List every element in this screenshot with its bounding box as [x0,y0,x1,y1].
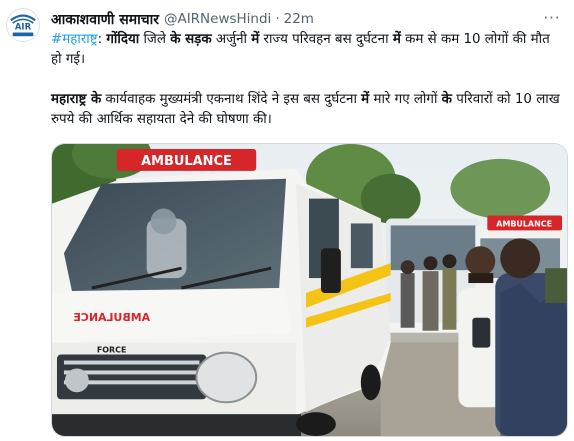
tweet-header: आकाशवाणी समाचार @AIRNewsHindi · 22m [51,9,574,29]
force-emblem [64,368,89,393]
roof-sign-text: AMBULANCE [141,154,232,169]
text-run: जिले [139,32,171,47]
bold-run: के [441,92,452,107]
author-avatar[interactable]: AIR [6,8,40,42]
bold-run: में [392,32,401,47]
more-options-icon[interactable]: ··· [540,8,564,28]
author-handle[interactable]: @AIRNewsHindi [164,11,271,27]
tweet-timestamp[interactable]: 22m [284,11,314,27]
hashtag-link[interactable]: #महाराष्ट्र [51,32,98,47]
tweet-card[interactable]: AIR आकाशवाणी समाचार @AIRNewsHindi · 22m … [0,0,574,441]
air-logo-icon: AIR [7,9,39,41]
separator-dot: · [275,11,280,27]
bold-run: में [361,92,370,107]
text-run: राज्य परिवहन बस दुर्घटना [259,32,393,47]
tweet-media-image[interactable]: AMBULANCE AMBULANCE AMBULANCE FORCE [51,143,568,437]
hood-reversed-text: AMBULANCE [73,311,150,324]
force-brand-text: FORCE [97,346,127,355]
bus-sign-text: AMBULANCE [496,219,552,228]
tweet-text: #महाराष्ट्र: गोंदिया जिले के सड़क अर्जुन… [51,30,563,130]
ambulance-photo: AMBULANCE AMBULANCE AMBULANCE FORCE [52,144,567,436]
bold-run: गोंदिया [106,32,140,47]
tweet-paragraph-2: महाराष्ट्र के कार्यवाहक मुख्यमंत्री एकना… [51,90,563,130]
text-run: मारे गए लोगों [369,92,442,107]
bold-run: महाराष्ट्र के [51,92,102,107]
svg-text:AIR: AIR [15,22,32,32]
bold-run: के सड़क [170,32,212,47]
text-run: अर्जुनी [211,32,252,47]
author-display-name[interactable]: आकाशवाणी समाचार [51,10,159,29]
text-run: कार्यवाहक मुख्यमंत्री एकनाथ शिंदे ने इस … [101,92,362,107]
tweet-paragraph-1: #महाराष्ट्र: गोंदिया जिले के सड़क अर्जुन… [51,30,563,70]
